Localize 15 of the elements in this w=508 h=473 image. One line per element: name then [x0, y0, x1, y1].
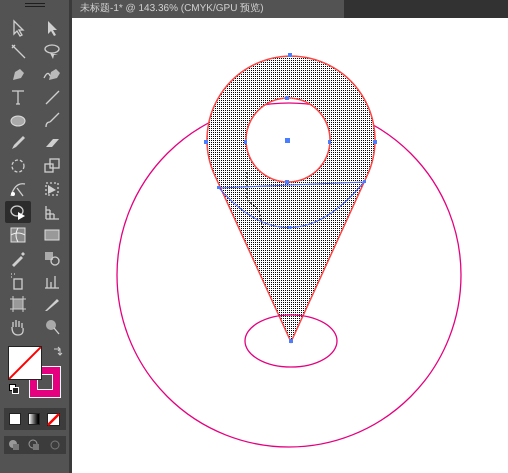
artboard-icon [8, 294, 28, 314]
mesh-icon [8, 225, 28, 245]
none-slash-icon [8, 347, 40, 379]
grip-icon[interactable] [24, 3, 44, 7]
document-tab[interactable]: 未标题-1* @ 143.36% (CMYK/GPU 预览) [72, 0, 344, 18]
draw-behind-icon[interactable] [28, 439, 40, 451]
none-button[interactable] [47, 412, 60, 426]
color-button[interactable] [9, 413, 21, 425]
draw-normal-icon[interactable] [8, 439, 20, 451]
draw-inside-icon[interactable] [49, 439, 62, 451]
shape-builder-tool[interactable] [4, 201, 30, 223]
default-colors-icon[interactable] [8, 384, 18, 394]
gradient-button[interactable] [28, 413, 40, 425]
fill-swatch[interactable] [8, 346, 42, 380]
swap-icon[interactable] [52, 346, 62, 357]
